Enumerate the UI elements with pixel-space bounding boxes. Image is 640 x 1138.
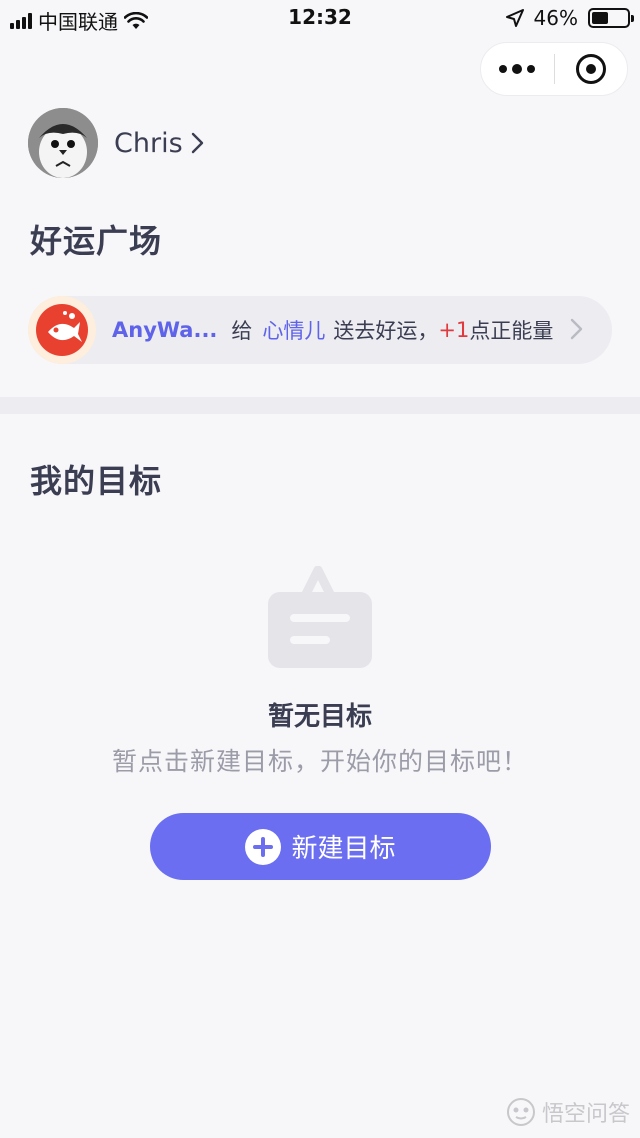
section-divider	[0, 397, 640, 414]
profile-name: Chris	[114, 127, 183, 159]
avatar	[28, 108, 98, 178]
feed-give: 给	[231, 319, 253, 343]
miniprogram-capsule	[480, 42, 628, 96]
location-arrow-icon	[505, 9, 524, 27]
chevron-right-icon	[191, 132, 203, 154]
close-miniprogram-button[interactable]	[555, 43, 628, 95]
battery-icon	[588, 8, 634, 28]
feed-user[interactable]: AnyWa...	[112, 318, 217, 342]
feed-target-user[interactable]: 心情儿	[262, 315, 325, 345]
feed-plus: +1	[438, 318, 470, 342]
empty-board-icon	[266, 565, 374, 674]
battery-percent: 46%	[533, 6, 578, 30]
new-goal-button[interactable]: 新建目标	[150, 813, 491, 880]
feed-action: 送去好运，	[333, 319, 439, 343]
more-dots-icon	[499, 64, 536, 74]
penguin-avatar-icon	[28, 108, 98, 178]
new-goal-label: 新建目标	[291, 834, 396, 864]
wukong-logo-icon	[506, 1098, 535, 1126]
profile-link[interactable]: Chris	[28, 108, 205, 178]
empty-goals-subtitle: 暂点击新建目标，开始你的目标吧！	[111, 747, 528, 776]
my-goals-title: 我的目标	[30, 462, 163, 500]
status-right: 46%	[505, 6, 634, 30]
status-bar: 中国联通 12:32 46%	[0, 0, 640, 36]
luck-square-title: 好运广场	[30, 222, 163, 260]
chevron-right-icon	[570, 318, 583, 340]
fish-logo-icon	[36, 304, 88, 356]
watermark: 悟空问答	[506, 1096, 630, 1128]
battery-level	[592, 12, 608, 24]
target-icon	[575, 54, 606, 84]
more-button[interactable]	[481, 43, 554, 95]
feed-reward: 点正能量	[469, 319, 554, 343]
plus-circle-icon	[245, 828, 282, 865]
empty-goals-title: 暂无目标	[267, 702, 372, 732]
watermark-text: 悟空问答	[541, 1102, 630, 1127]
feed-user-avatar	[28, 296, 96, 364]
luck-feed-item[interactable]: AnyWa... 给 心情儿 送去好运， +1 点正能量	[28, 296, 612, 364]
feed-text: AnyWa... 给 心情儿 送去好运， +1 点正能量	[112, 315, 553, 345]
